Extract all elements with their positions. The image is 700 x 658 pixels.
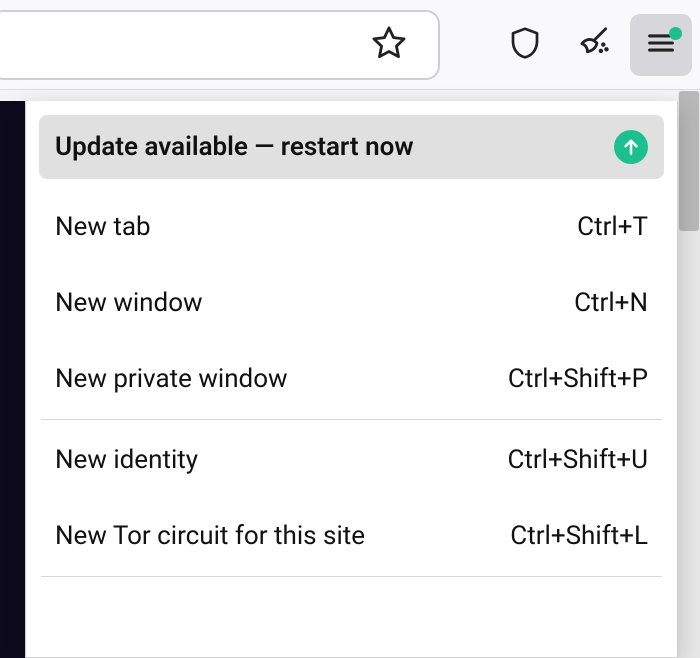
update-restart-label: Update available — restart now (55, 132, 414, 162)
bookmark-star-button[interactable] (358, 14, 420, 76)
menu-item-label: New tab (55, 212, 151, 242)
browser-toolbar (0, 0, 700, 90)
shield-button[interactable] (494, 14, 556, 76)
app-menu-panel: Update available — restart now New tab C… (25, 101, 678, 658)
menu-separator (41, 576, 662, 577)
menu-item-new-tab[interactable]: New tab Ctrl+T (39, 189, 664, 265)
menu-item-new-identity[interactable]: New identity Ctrl+Shift+U (39, 422, 664, 498)
star-icon (370, 24, 408, 66)
arrow-up-circle-icon (614, 130, 648, 164)
menu-item-new-tor-circuit[interactable]: New Tor circuit for this site Ctrl+Shift… (39, 498, 664, 574)
shield-icon (507, 25, 543, 65)
update-indicator-dot (669, 27, 682, 40)
menu-separator (41, 419, 662, 420)
menu-item-label: New Tor circuit for this site (55, 521, 365, 551)
app-menu-button[interactable] (630, 14, 692, 76)
menu-item-shortcut: Ctrl+N (574, 288, 648, 318)
menu-item-shortcut: Ctrl+Shift+L (510, 521, 648, 551)
menu-item-shortcut: Ctrl+T (577, 212, 648, 242)
broom-button[interactable] (562, 14, 624, 76)
menu-item-label: New private window (55, 364, 288, 394)
menu-item-new-private-window[interactable]: New private window Ctrl+Shift+P (39, 341, 664, 417)
menu-item-shortcut: Ctrl+Shift+U (507, 445, 648, 475)
menu-item-new-window[interactable]: New window Ctrl+N (39, 265, 664, 341)
menu-item-label: New window (55, 288, 203, 318)
update-restart-item[interactable]: Update available — restart now (39, 115, 664, 179)
menu-item-label: New identity (55, 445, 198, 475)
url-bar[interactable] (0, 10, 440, 80)
page-background-strip (0, 101, 25, 658)
vertical-scrollbar-thumb[interactable] (679, 91, 699, 231)
broom-sparkle-icon (574, 24, 612, 66)
menu-item-shortcut: Ctrl+Shift+P (508, 364, 648, 394)
